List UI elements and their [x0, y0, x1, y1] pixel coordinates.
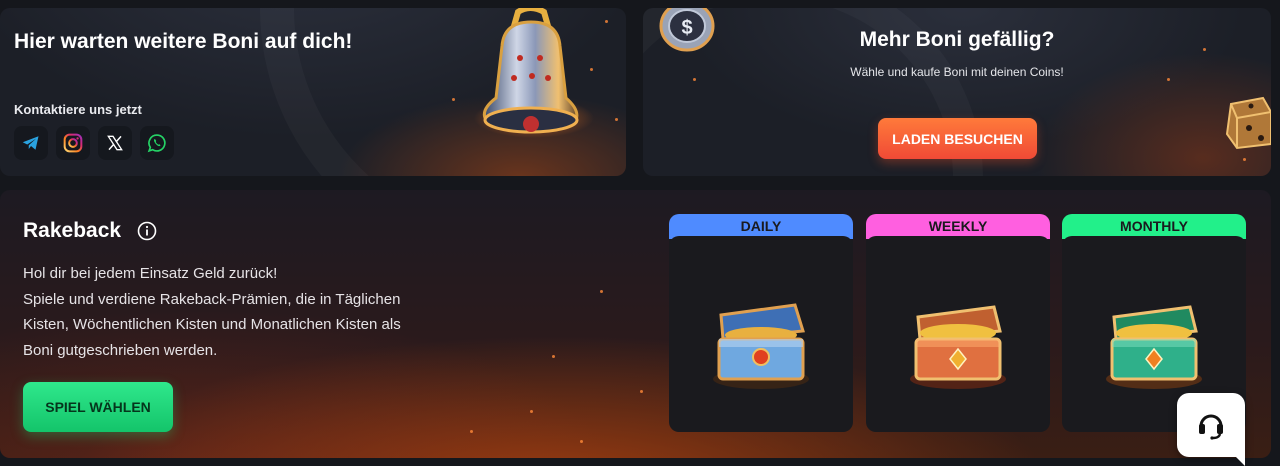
- shop-card-subtitle: Wähle und kaufe Boni mit deinen Coins!: [850, 65, 1064, 79]
- social-links: [14, 126, 174, 160]
- rakeback-title: Rakeback: [23, 219, 122, 242]
- telegram-icon: [22, 136, 39, 150]
- monthly-chest-label: MONTHLY: [1062, 214, 1246, 246]
- weekly-chest-label: WEEKLY: [866, 214, 1050, 246]
- contact-bonus-card: Hier warten weitere Boni auf dich! Konta…: [0, 8, 626, 176]
- rakeback-card: Rakeback Hol dir bei jedem Einsatz Geld …: [0, 190, 1271, 458]
- daily-chest-label: DAILY: [669, 214, 853, 246]
- x-icon: [107, 135, 123, 151]
- dice-illustration: [1225, 96, 1271, 150]
- telegram-link[interactable]: [14, 126, 48, 160]
- bell-illustration: [474, 8, 594, 138]
- visit-shop-button[interactable]: LADEN BESUCHEN: [878, 118, 1037, 159]
- shop-card-title: Mehr Boni gefällig?: [859, 28, 1055, 51]
- bonus-shop-card: $ Mehr Boni gefällig? Wähle und kaufe Bo…: [643, 8, 1271, 176]
- rakeback-description: Hol dir bei jedem Einsatz Geld zurück! S…: [23, 261, 443, 363]
- support-chat-button[interactable]: [1177, 393, 1245, 466]
- daily-chest-card[interactable]: DAILY: [669, 214, 853, 432]
- rakeback-description-line: Boni gutgeschrieben werden.: [23, 341, 218, 359]
- choose-game-button[interactable]: SPIEL WÄHLEN: [23, 382, 173, 432]
- instagram-link[interactable]: [56, 126, 90, 160]
- headset-icon: [1199, 414, 1223, 440]
- contact-card-title: Hier warten weitere Boni auf dich!: [14, 30, 353, 53]
- rakeback-description-line: Hol dir bei jedem Einsatz Geld zurück!: [23, 265, 278, 282]
- weekly-chest-image: [866, 244, 1050, 432]
- contact-card-subtitle: Kontaktiere uns jetzt: [14, 102, 142, 117]
- daily-chest-image: [669, 244, 853, 432]
- rakeback-description-line: Spiele und verdiene Rakeback-Prämien, di…: [23, 290, 401, 308]
- whatsapp-icon: [147, 134, 166, 153]
- info-icon[interactable]: [137, 221, 157, 241]
- weekly-chest-card[interactable]: WEEKLY: [866, 214, 1050, 432]
- instagram-icon: [63, 133, 83, 153]
- whatsapp-link[interactable]: [140, 126, 174, 160]
- x-link[interactable]: [98, 126, 132, 160]
- rakeback-description-line: Kisten, Wöchentlichen Kisten und Monatli…: [23, 316, 401, 333]
